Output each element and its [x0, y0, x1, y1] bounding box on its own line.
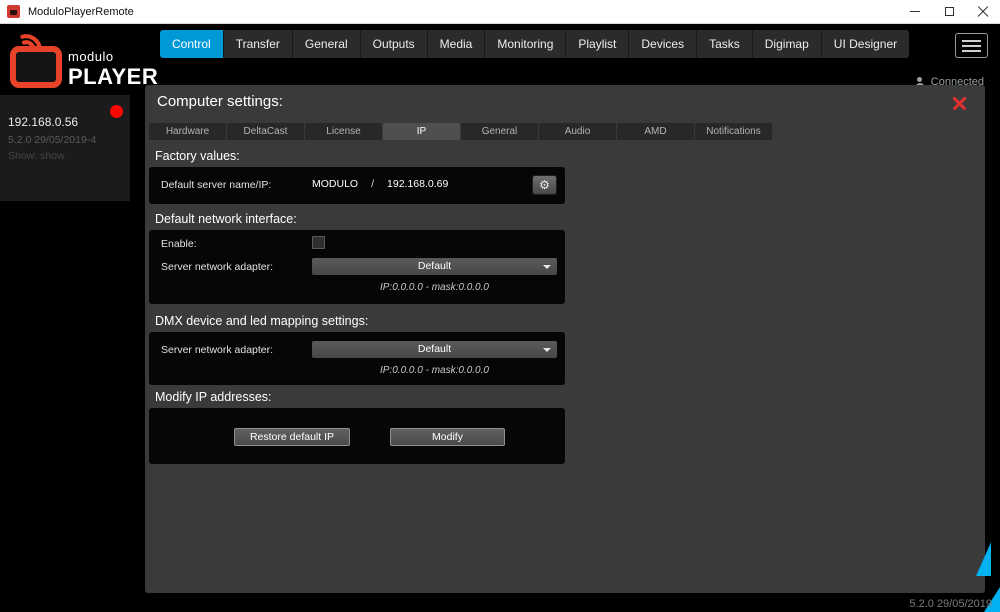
server-name-value: MODULO — [312, 178, 359, 190]
server-ip-value: 192.168.0.69 — [387, 178, 449, 190]
main-tab-bar: Control Transfer General Outputs Media M… — [160, 30, 910, 58]
subtab-deltacast[interactable]: DeltaCast — [227, 123, 304, 140]
dmx-ip-mask: IP:0.0.0.0 - mask:0.0.0.0 — [380, 365, 489, 376]
tab-monitoring[interactable]: Monitoring — [485, 30, 567, 58]
server-ip: 192.168.0.56 — [8, 115, 79, 129]
restore-default-ip-button[interactable]: Restore default IP — [234, 428, 350, 446]
gear-icon: ⚙ — [539, 178, 550, 192]
tab-transfer[interactable]: Transfer — [223, 30, 293, 58]
subtab-general[interactable]: General — [461, 123, 538, 140]
network-adapter-dropdown[interactable]: Default — [312, 258, 557, 275]
settings-subtab-bar: Hardware DeltaCast License IP General Au… — [149, 123, 772, 140]
subtab-ip[interactable]: IP — [383, 123, 460, 140]
enable-label: Enable: — [161, 238, 197, 250]
enable-checkbox[interactable] — [312, 236, 325, 249]
factory-values-heading: Factory values: — [155, 149, 240, 163]
tab-playlist[interactable]: Playlist — [566, 30, 630, 58]
menu-button[interactable] — [955, 33, 988, 58]
tab-general[interactable]: General — [292, 30, 361, 58]
minimize-button[interactable] — [898, 0, 932, 23]
app-icon — [7, 5, 20, 18]
subtab-notifications[interactable]: Notifications — [695, 123, 772, 140]
subtab-license[interactable]: License — [305, 123, 382, 140]
network-adapter-value: Default — [417, 260, 452, 272]
logo-player-text: PLAYER — [68, 64, 159, 89]
factory-settings-button[interactable]: ⚙ — [532, 175, 557, 195]
status-dot-icon — [110, 105, 123, 118]
subtab-audio[interactable]: Audio — [539, 123, 616, 140]
server-show-line: Show: show — [8, 150, 65, 162]
server-list-item[interactable]: 192.168.0.56 5.2.0 29/05/2019-4 Show: sh… — [0, 95, 130, 201]
tab-devices[interactable]: Devices — [629, 30, 698, 58]
modify-button[interactable]: Modify — [390, 428, 505, 446]
server-list: 192.168.0.56 5.2.0 29/05/2019-4 Show: sh… — [0, 95, 130, 201]
factory-values-box: Default server name/IP: MODULO / 192.168… — [149, 167, 565, 204]
footer-version: 5.2.0 29/05/2019 — [909, 598, 992, 610]
dmx-settings-box: Server network adapter: Default IP:0.0.0… — [149, 332, 565, 385]
chevron-down-icon — [543, 265, 551, 269]
separator: / — [371, 178, 375, 190]
chevron-down-icon — [543, 348, 551, 352]
close-button[interactable] — [966, 0, 1000, 23]
subtab-hardware[interactable]: Hardware — [149, 123, 226, 140]
logo-modulo-text: modulo — [68, 49, 114, 64]
network-interface-box: Enable: Server network adapter: Default … — [149, 230, 565, 304]
subtab-amd[interactable]: AMD — [617, 123, 694, 140]
dmx-adapter-label: Server network adapter: — [161, 344, 274, 356]
logo-text: modulo PLAYER — [68, 50, 158, 88]
network-adapter-label: Server network adapter: — [161, 261, 274, 273]
modify-ip-box: Restore default IP Modify — [149, 408, 565, 464]
monitor-icon — [10, 46, 62, 88]
tab-ui-designer[interactable]: UI Designer — [821, 30, 910, 58]
hamburger-icon — [962, 39, 981, 42]
tab-outputs[interactable]: Outputs — [360, 30, 428, 58]
minimize-icon — [910, 11, 920, 12]
default-server-label: Default server name/IP: — [161, 179, 272, 191]
window-title: ModuloPlayerRemote — [28, 5, 134, 18]
titlebar: ModuloPlayerRemote — [0, 0, 1000, 24]
tab-media[interactable]: Media — [427, 30, 486, 58]
tab-control[interactable]: Control — [160, 30, 224, 58]
maximize-icon — [944, 7, 954, 16]
modify-ip-heading: Modify IP addresses: — [155, 390, 272, 404]
window-controls — [898, 0, 1000, 23]
dmx-settings-heading: DMX device and led mapping settings: — [155, 314, 369, 328]
modulo-player-logo: modulo PLAYER — [8, 26, 158, 94]
tab-digimap[interactable]: Digimap — [752, 30, 822, 58]
server-version: 5.2.0 29/05/2019-4 — [8, 134, 97, 146]
dmx-adapter-dropdown[interactable]: Default — [312, 341, 557, 358]
maximize-button[interactable] — [932, 0, 966, 23]
panel-close-icon[interactable] — [952, 96, 967, 111]
tab-tasks[interactable]: Tasks — [697, 30, 753, 58]
default-server-value: MODULO / 192.168.0.69 — [312, 178, 448, 190]
network-ip-mask: IP:0.0.0.0 - mask:0.0.0.0 — [380, 282, 489, 293]
panel-title: Computer settings: — [157, 93, 283, 110]
computer-settings-panel: Computer settings: Hardware DeltaCast Li… — [145, 85, 985, 593]
dmx-adapter-value: Default — [417, 343, 452, 355]
network-interface-heading: Default network interface: — [155, 212, 297, 226]
close-icon — [977, 6, 989, 18]
